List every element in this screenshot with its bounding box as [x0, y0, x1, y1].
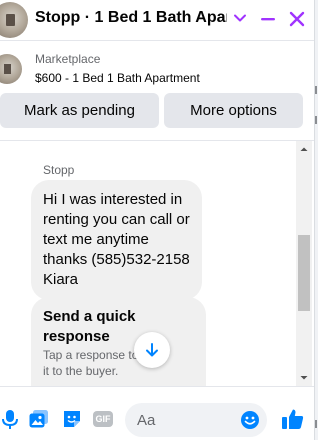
sticker-icon[interactable] [61, 408, 83, 430]
scrollbar[interactable] [296, 141, 312, 386]
microphone-icon[interactable] [0, 408, 20, 430]
gif-label: GIF [95, 414, 111, 424]
chat-title[interactable]: Stopp · 1 Bed 1 Bath Apart... [35, 9, 227, 27]
mark-as-pending-button[interactable]: Mark as pending [0, 93, 159, 128]
listing-title[interactable]: $600 - 1 Bed 1 Bath Apartment [35, 71, 200, 85]
edge-mark [315, 116, 317, 124]
like-icon[interactable] [281, 407, 305, 431]
chevron-down-icon[interactable] [233, 11, 247, 25]
message-list[interactable]: Stopp Hi I was interested in renting you… [0, 141, 296, 386]
edge-mark [315, 420, 317, 428]
window-edge [314, 0, 318, 440]
scroll-to-bottom-button[interactable] [134, 332, 170, 368]
edge-mark [315, 86, 317, 94]
emoji-icon[interactable] [240, 410, 260, 430]
avatar[interactable] [0, 2, 28, 38]
minimize-icon[interactable] [259, 10, 277, 28]
more-options-button[interactable]: More options [164, 93, 303, 128]
quick-response-card[interactable]: Send a quick response Tap a response to … [31, 297, 206, 386]
scroll-up-arrow-icon[interactable] [296, 143, 312, 155]
message-input-placeholder: Aa [137, 412, 156, 429]
chat-window: Stopp · 1 Bed 1 Bath Apart... Marketplac… [0, 0, 318, 440]
image-icon[interactable] [28, 408, 50, 430]
close-icon[interactable] [287, 9, 307, 29]
listing-category: Marketplace [35, 52, 101, 66]
arrow-down-icon [146, 343, 158, 357]
sender-name: Stopp [43, 163, 75, 177]
listing-thumbnail[interactable] [0, 54, 22, 84]
message-bubble[interactable]: Hi I was interested in renting you can c… [31, 180, 202, 300]
scrollbar-thumb[interactable] [298, 235, 310, 311]
scroll-down-arrow-icon[interactable] [296, 372, 312, 384]
message-input[interactable]: Aa [125, 403, 267, 437]
chat-header: Stopp · 1 Bed 1 Bath Apart... [0, 0, 314, 41]
